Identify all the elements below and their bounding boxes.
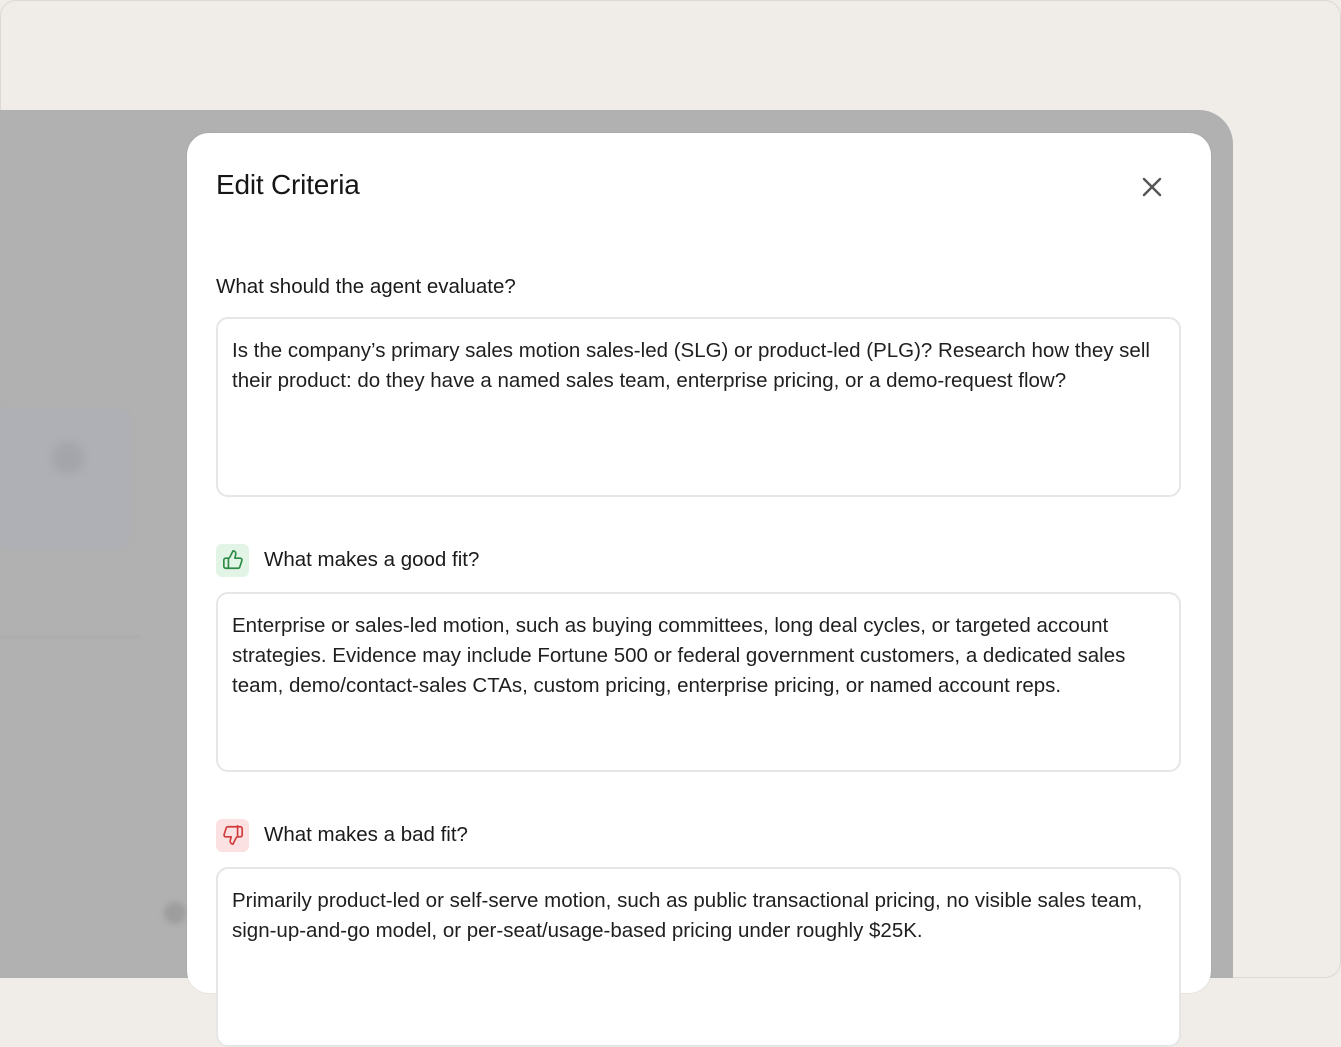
background-avatar — [52, 442, 84, 474]
evaluate-textarea[interactable]: Is the company’s primary sales motion sa… — [216, 317, 1181, 497]
thumbs-up-icon — [216, 543, 249, 577]
bad-fit-label: What makes a bad fit? — [264, 823, 468, 846]
bad-fit-text: Primarily product-led or self-serve moti… — [232, 889, 1143, 942]
background-card — [0, 408, 130, 548]
evaluate-text: Is the company’s primary sales motion sa… — [232, 339, 1150, 392]
good-fit-label-row: What makes a good fit? — [216, 543, 479, 577]
background-icon — [164, 902, 186, 924]
evaluate-label: What should the agent evaluate? — [216, 275, 516, 298]
bad-fit-label-row: What makes a bad fit? — [216, 818, 468, 852]
thumbs-down-icon — [216, 818, 249, 852]
modal-title: Edit Criteria — [216, 169, 360, 200]
good-fit-label: What makes a good fit? — [264, 548, 480, 571]
bad-fit-textarea[interactable]: Primarily product-led or self-serve moti… — [216, 867, 1181, 1047]
evaluate-label-row: What should the agent evaluate? — [216, 272, 516, 302]
good-fit-text: Enterprise or sales-led motion, such as … — [232, 614, 1126, 697]
close-button[interactable] — [1134, 169, 1170, 205]
good-fit-textarea[interactable]: Enterprise or sales-led motion, such as … — [216, 592, 1181, 772]
background-divider — [0, 636, 140, 638]
close-icon — [1142, 177, 1162, 197]
edit-criteria-modal: Edit Criteria What should the agent eval… — [187, 133, 1211, 1047]
